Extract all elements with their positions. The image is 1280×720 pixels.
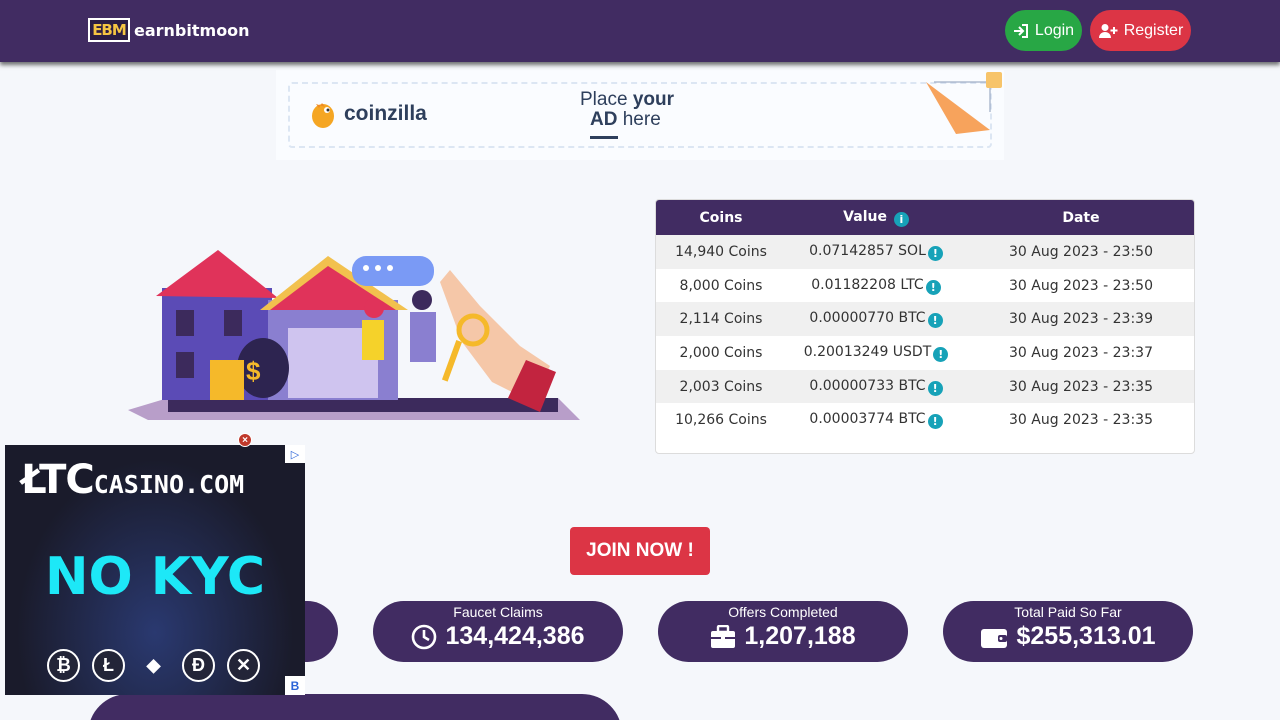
stat-value-row: 134,424,386 [373,622,623,651]
close-ad-icon[interactable]: × [238,433,252,447]
stat-total-paid: Total Paid So Far $255,313.01 [943,601,1193,662]
top-navbar: EBM earnbitmoon Login Register [0,0,1280,62]
cell-coins: 2,000 Coins [679,344,763,361]
table-row: 14,940 Coins 0.07142857 SOL! 30 Aug 2023… [656,235,1194,269]
cell-coins: 2,003 Coins [679,378,763,395]
bottom-section-pill [88,694,622,720]
cell-value: 0.20013249 USDT! [786,336,966,370]
exclamation-icon[interactable]: ! [927,245,943,261]
stat-label: Total Paid So Far [1014,604,1122,620]
dogecoin-icon: Đ [182,649,215,682]
login-button[interactable]: Login [1005,10,1082,51]
ripple-icon: ✕ [227,649,260,682]
table-header-row: Coins Value i Date [656,200,1194,235]
cell-value: 0.01182208 LTC! [786,269,966,303]
wallet-icon [981,628,1008,648]
join-now-button[interactable]: JOIN NOW ! [570,527,710,575]
cell-value-text: 0.00003774 BTC [809,411,926,428]
stat-value-row: 1,207,188 [658,622,908,651]
cell-date: 30 Aug 2023 - 23:50 [1009,277,1153,294]
cell-value-text: 0.00000770 BTC [809,310,926,327]
header-value: Value i [786,200,966,235]
info-icon[interactable]: i [893,211,909,227]
cell-coins: 2,114 Coins [679,311,763,328]
ad-title: ŁTCCASINO.COM [21,457,244,503]
table-row: 2,003 Coins 0.00000733 BTC! 30 Aug 2023 … [656,369,1194,404]
stat-value: 134,424,386 [445,622,585,650]
stat-value: $255,313.01 [1016,622,1156,650]
cell-date: 30 Aug 2023 - 23:35 [1009,378,1153,395]
cell-value-text: 0.00000733 BTC [809,377,926,394]
stat-value: 1,207,188 [744,622,856,650]
svg-text:$: $ [246,356,261,386]
stat-faucet-claims: Faucet Claims 134,424,386 [373,601,623,662]
cell-date: 30 Aug 2023 - 23:37 [1009,344,1153,361]
clock-icon [412,624,437,649]
cell-date: 30 Aug 2023 - 23:35 [1009,412,1153,429]
ad-title-suffix: CASINO.COM [93,470,245,499]
exclamation-icon[interactable]: ! [927,313,943,329]
cell-coins: 10,266 Coins [675,412,767,429]
register-button[interactable]: Register [1090,10,1191,51]
litecoin-icon: Ł [92,649,125,682]
ad-place-word: Place [580,89,633,110]
cell-coins: 8,000 Coins [679,277,763,294]
ad-choices-icon[interactable]: ▷ [285,445,305,463]
cell-value: 0.00000770 BTC! [786,302,966,336]
exclamation-icon[interactable]: ! [927,380,943,396]
table-row: 10,266 Coins 0.00003774 BTC! 30 Aug 2023… [656,403,1194,437]
register-label: Register [1123,21,1184,39]
user-plus-icon [1098,23,1118,38]
ad-title-main: ŁTC [21,457,95,503]
cell-date: 30 Aug 2023 - 23:50 [1009,243,1153,260]
ad-underline [590,136,618,139]
table-row: 2,000 Coins 0.20013249 USDT! 30 Aug 2023… [656,336,1194,370]
site-logo[interactable]: EBM earnbitmoon [88,18,250,42]
briefcase-icon [711,624,736,648]
cell-value-text: 0.01182208 LTC [811,276,924,293]
logo-text: earnbitmoon [134,20,250,40]
cell-value: 0.00003774 BTC! [786,403,966,437]
cell-value: 0.07142857 SOL! [786,235,966,269]
stat-label: Faucet Claims [453,604,543,620]
ad-place-text: Place your AD here [580,90,674,130]
coinzilla-mascot-icon [312,103,334,128]
login-label: Login [1034,21,1075,39]
sign-in-icon [1013,23,1028,38]
stat-label: Offers Completed [728,604,838,620]
ethereum-icon: ◆ [146,655,161,675]
crypto-coin-row: ₿ Ł ◆ Đ ✕ [47,649,260,682]
floating-casino-ad[interactable]: ŁTCCASINO.COM NO KYC ₿ Ł ◆ Đ ✕ [5,445,305,695]
cell-value-text: 0.07142857 SOL [809,242,926,259]
header-coins: Coins [699,209,743,226]
logo-mark: EBM [88,18,130,42]
ad-corner-graphic [926,72,1002,134]
cell-value: 0.00000733 BTC! [786,370,966,404]
ad-banner[interactable]: coinzilla Place your AD here [276,70,1004,160]
stat-offers-completed: Offers Completed 1,207,188 [658,601,908,662]
bitcoin-icon: ₿ [47,649,80,682]
coinzilla-brand: coinzilla [344,102,427,125]
cell-coins: 14,940 Coins [675,243,767,260]
header-value-label: Value [843,208,887,225]
exclamation-icon[interactable]: ! [925,279,941,295]
ad-headline: NO KYC [44,547,266,607]
ad-place-here: here [617,109,661,130]
stat-value-row: $255,313.01 [943,622,1193,651]
ad-place-word-bold: your [632,89,674,110]
ad-place-ad: AD [590,109,618,130]
table-row: 8,000 Coins 0.01182208 LTC! 30 Aug 2023 … [656,269,1194,303]
payouts-table: Coins Value i Date 14,940 Coins 0.071428… [656,200,1194,437]
header-date: Date [1062,209,1100,226]
exclamation-icon[interactable]: ! [927,414,943,430]
exclamation-icon[interactable]: ! [933,346,949,362]
coinzilla-logo: coinzilla [308,98,427,130]
ad-network-icon[interactable]: B [285,676,305,695]
cell-date: 30 Aug 2023 - 23:39 [1009,311,1153,328]
cell-value-text: 0.20013249 USDT [803,343,932,360]
table-row: 2,114 Coins 0.00000770 BTC! 30 Aug 2023 … [656,302,1194,337]
house-keys-illustration: $ [128,250,580,420]
recent-payouts-table: Coins Value i Date 14,940 Coins 0.071428… [655,199,1195,454]
